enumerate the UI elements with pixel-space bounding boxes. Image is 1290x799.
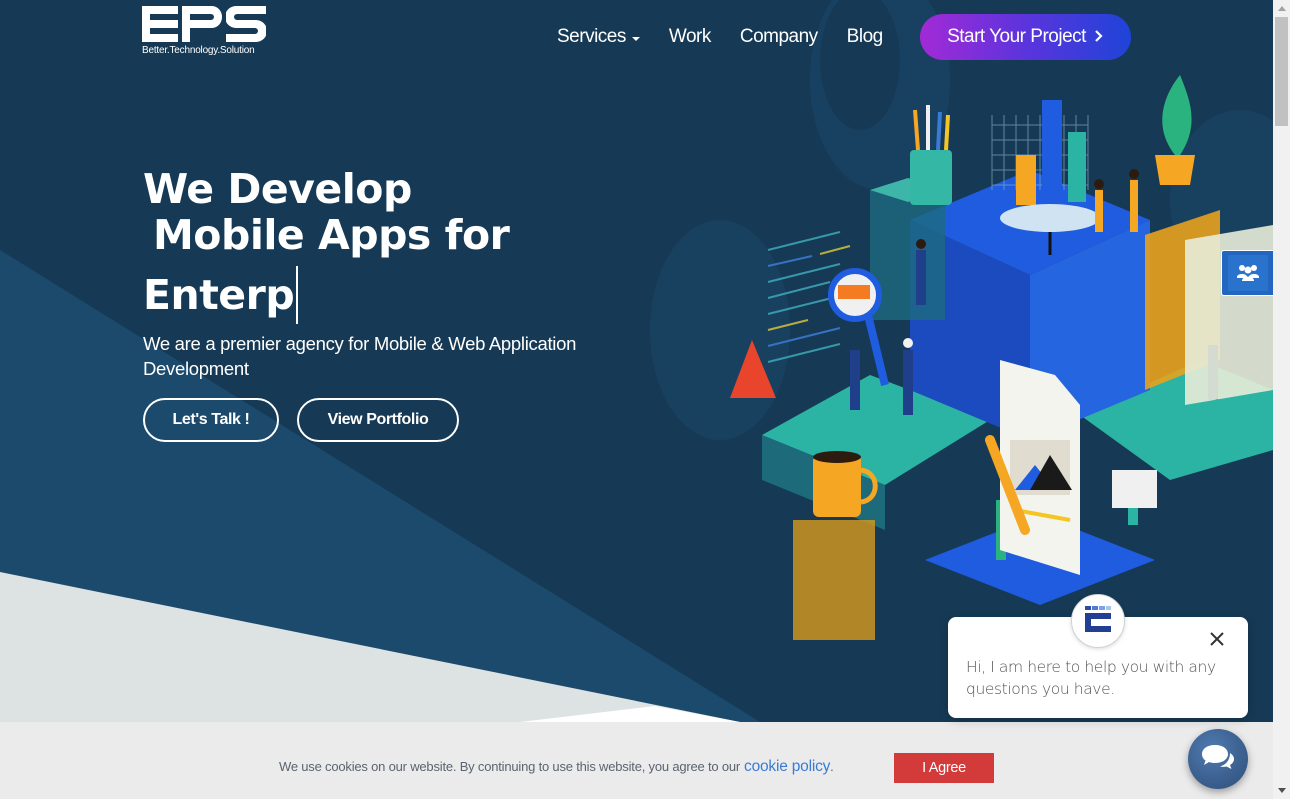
start-project-label: Start Your Project <box>947 26 1086 47</box>
cookie-suffix: . <box>830 759 834 774</box>
logo[interactable]: Better.Technology.Solution <box>142 6 267 64</box>
main-nav: Services Work Company Blog <box>557 14 912 60</box>
scroll-up-arrow-icon[interactable] <box>1273 0 1290 17</box>
nav-blog[interactable]: Blog <box>847 26 884 48</box>
page: Better.Technology.Solution Services Work… <box>0 0 1273 799</box>
chat-bubbles-icon <box>1201 743 1235 776</box>
scroll-thumb[interactable] <box>1275 17 1288 126</box>
cookie-message: We use cookies on our website. By contin… <box>279 758 834 776</box>
team-widget-button[interactable] <box>1221 250 1273 296</box>
headline-line-1: We Develop <box>143 165 412 213</box>
logo-letter-p <box>182 6 222 42</box>
headline-typing-text: Enterp <box>143 271 295 319</box>
logo-letter-s <box>226 6 266 42</box>
users-group-icon <box>1227 255 1268 291</box>
hero-subtitle: We are a premier agency for Mobile & Web… <box>143 333 577 379</box>
table-graphic <box>1000 204 1100 232</box>
nav-services[interactable]: Services <box>557 26 640 48</box>
mug-graphic <box>813 455 861 517</box>
chevron-right-icon <box>1094 27 1104 48</box>
view-portfolio-button[interactable]: View Portfolio <box>297 398 459 442</box>
scroll-down-arrow-icon[interactable] <box>1273 782 1290 799</box>
headline-line-2: Mobile Apps for <box>153 211 510 259</box>
logo-mark <box>142 6 267 42</box>
chat-open-button[interactable] <box>1188 729 1248 789</box>
cookie-text: We use cookies on our website. By contin… <box>279 759 741 774</box>
agree-button[interactable]: I Agree <box>894 753 994 783</box>
page-scrollbar[interactable] <box>1273 0 1290 799</box>
eps-logo-icon <box>1085 605 1111 637</box>
headline-line-3: Enterp <box>143 266 509 324</box>
logo-letter-e <box>142 6 178 42</box>
start-project-button[interactable]: Start Your Project <box>920 14 1131 60</box>
isometric-illustration <box>730 75 1273 640</box>
pencil-cup-graphic <box>910 150 952 205</box>
plant-pot-graphic <box>1155 155 1195 185</box>
hero-headline: We Develop Mobile Apps for Enterp <box>143 165 510 324</box>
chat-avatar <box>1071 594 1125 648</box>
nav-company[interactable]: Company <box>740 26 818 48</box>
chat-message: Hi, I am here to help you with any quest… <box>966 658 1216 698</box>
close-icon[interactable] <box>1206 628 1228 650</box>
logo-tagline: Better.Technology.Solution <box>142 45 255 56</box>
card-graphic <box>1112 470 1157 508</box>
plant-graphic <box>1162 75 1192 155</box>
red-triangle-shape <box>730 340 776 398</box>
caret-down-icon <box>631 37 640 41</box>
nav-services-label: Services <box>557 26 626 47</box>
cookie-policy-link[interactable]: cookie policy <box>744 758 830 776</box>
typing-cursor <box>296 266 299 324</box>
nav-work[interactable]: Work <box>669 26 711 48</box>
lets-talk-button[interactable]: Let's Talk ! <box>143 398 279 442</box>
